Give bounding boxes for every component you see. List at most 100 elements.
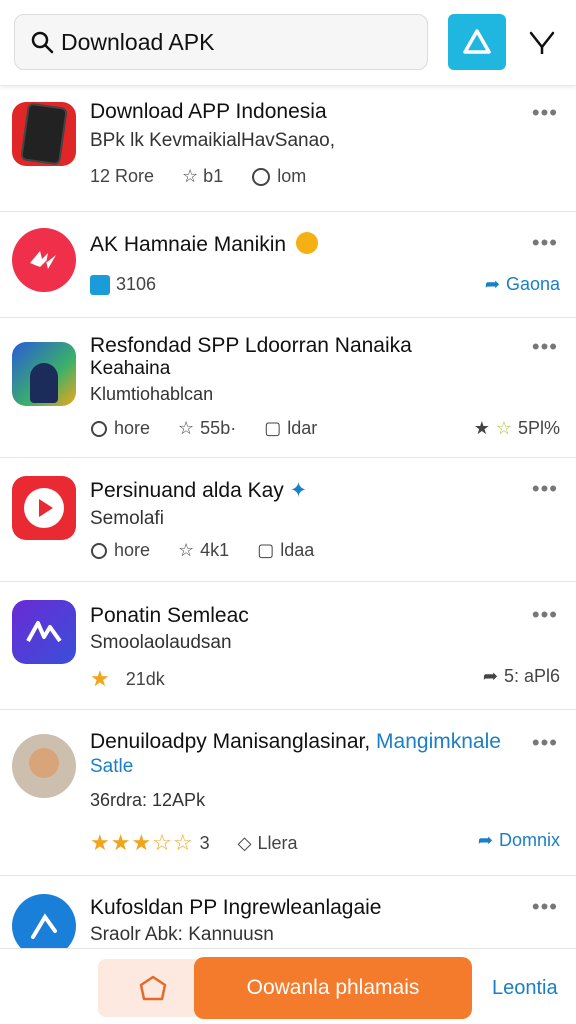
comment-icon: [252, 167, 271, 186]
verified-icon: [90, 274, 110, 295]
sparkle-icon: ✦: [289, 479, 308, 502]
item-title: Resfondad SPP Ldoorran Nanaika: [90, 334, 412, 357]
star-outline-icon: ☆: [495, 418, 512, 438]
action-text: Gaona: [505, 274, 560, 294]
bottom-bar: Oowanla phlamais Leontia: [0, 948, 576, 1024]
item-title: Download APP Indonesia: [90, 100, 327, 123]
item-meta: hore ☆ 4k1 ▢ ldaa: [90, 540, 314, 561]
item-title-mid: Manisanglasinar,: [212, 730, 371, 753]
item-right-meta[interactable]: ➦ 5: aPl6: [483, 666, 560, 687]
item-meta: 3106: [90, 274, 156, 295]
item-title-main: Denuiloadpy: [90, 730, 207, 753]
star-icon: ★: [90, 666, 110, 691]
item-title-text: AK Hamnaie Manikin: [90, 233, 287, 256]
item-title-link[interactable]: Mangimknale: [376, 730, 501, 753]
rating-text: 4k1: [200, 540, 230, 560]
item-meta: ★ 21dk: [90, 666, 165, 692]
clock-icon: [91, 542, 107, 559]
item-title: AK Hamnaie Manikin: [90, 232, 318, 257]
size-text: 5: aPl6: [503, 666, 560, 686]
rating-stars: ★★★☆☆: [90, 830, 194, 855]
search-input[interactable]: Download APK: [14, 14, 428, 70]
item-title: Persinuand alda Kay ✦: [90, 478, 307, 503]
comments-text: ldaa: [280, 540, 315, 560]
more-options-icon[interactable]: •••: [532, 230, 558, 256]
time-text: hore: [114, 540, 151, 560]
menu-button[interactable]: [522, 22, 562, 62]
search-query: Download APK: [61, 28, 215, 55]
share-icon: ➦: [484, 274, 500, 294]
chat-icon: ▢: [257, 540, 275, 560]
app-icon: [12, 228, 76, 292]
rating-text: 3: [199, 832, 210, 853]
chat-icon: ▢: [264, 418, 282, 438]
item-subtitle: Klumtiohabl​can: [90, 384, 214, 404]
item-subtitle: 36rdra: 12APk: [90, 790, 206, 810]
comment-icon: ◇: [237, 832, 252, 853]
emoji-icon: [295, 232, 318, 254]
list-item[interactable]: Persinuand alda Kay ✦ Semolafi hore ☆ 4k…: [0, 458, 576, 582]
play-icon: [24, 488, 64, 528]
item-subtitle: Sraolr Abk: Kannuusn: [90, 924, 274, 945]
list-item[interactable]: AK Hamnaie Manikin 3106 ➦ Gaona •••: [0, 212, 576, 318]
top-bar: Download APK: [0, 0, 576, 86]
star-icon: ☆: [178, 418, 195, 438]
bottom-link[interactable]: Leontia: [492, 977, 558, 1000]
download-cta-button[interactable]: Oowanla phlamais: [194, 957, 472, 1019]
list-item[interactable]: Denuiloadpy Manisanglasinar, Mangimknale…: [0, 710, 576, 876]
time-text: hore: [114, 418, 151, 438]
share-icon: ➦: [477, 830, 493, 850]
comments-text: ldar: [287, 418, 318, 438]
list-item[interactable]: Kufosldan PP Ingrewleanlagaie Sraolr Abk…: [0, 876, 576, 958]
list-item[interactable]: Resfondad SPP Ldoorran Nanaika Keahaina …: [0, 318, 576, 458]
bolt-icon: [30, 251, 56, 269]
app-icon: [12, 476, 76, 540]
app-icon: [12, 600, 76, 664]
more-options-icon[interactable]: •••: [532, 730, 558, 756]
item-subtitle: Smoolaolaudsan: [90, 632, 232, 653]
item-title: Ponatin Semleac: [90, 604, 249, 627]
clock-icon: [91, 420, 107, 437]
feather-icon: [31, 913, 57, 939]
item-right-meta[interactable]: ★ ☆ 5Pl%: [474, 418, 560, 439]
rating-text: 21dk: [125, 668, 165, 689]
down-arrow-icon: [529, 31, 555, 54]
downloads-text: 12 Rore: [90, 166, 155, 186]
item-right-meta[interactable]: ➦ Gaona: [485, 274, 560, 295]
more-options-icon[interactable]: •••: [532, 334, 558, 360]
more-options-icon[interactable]: •••: [532, 894, 558, 920]
action-text: Domnix: [498, 830, 560, 850]
downloads-text: 3106: [116, 274, 157, 294]
comments-text: Llera: [257, 832, 298, 853]
item-subtitle: Semolafi: [90, 508, 164, 529]
star-icon: ☆: [178, 540, 195, 560]
triangle-icon: [463, 29, 491, 54]
wave-icon: [26, 621, 62, 643]
avatar: [12, 734, 76, 798]
more-options-icon[interactable]: •••: [532, 100, 558, 126]
item-meta: 12 Rore ☆ b1 lom: [90, 166, 306, 187]
app-icon: [12, 342, 76, 406]
more-options-icon[interactable]: •••: [532, 602, 558, 628]
search-icon: [31, 31, 54, 54]
share-icon: ➦: [482, 666, 498, 686]
item-meta: hore ☆ 55b· ▢ ldar: [90, 418, 317, 439]
list-item[interactable]: Download APP Indonesia BPk lk Kevmaikial…: [0, 86, 576, 212]
home-icon: [139, 975, 167, 1001]
item-right-meta[interactable]: ➦ Domnix: [478, 830, 560, 851]
item-meta: ★★★☆☆ 3 ◇ Llera: [90, 830, 298, 856]
rating-text: ☆ b1: [182, 166, 224, 186]
app-store-button[interactable]: [448, 14, 506, 70]
percent-text: 5Pl%: [517, 418, 560, 438]
item-title-line2: Keahaina: [90, 358, 171, 379]
item-subtitle: BPk lk KevmaikialHavSanao,: [90, 130, 335, 151]
more-options-icon[interactable]: •••: [532, 476, 558, 502]
list-item[interactable]: Ponatin Semleac Smoolaolaudsan ★ 21dk ➦ …: [0, 582, 576, 710]
item-title: Kufosldan PP Ingrewleanlagaie: [90, 896, 382, 919]
item-title-text: Persinuand alda Kay: [90, 479, 284, 502]
home-button[interactable]: [98, 959, 208, 1017]
item-title-link-line2[interactable]: Satle: [90, 756, 133, 778]
comments-text: lom: [277, 166, 307, 186]
app-icon: [12, 102, 76, 166]
star-icon: ★: [473, 418, 490, 438]
